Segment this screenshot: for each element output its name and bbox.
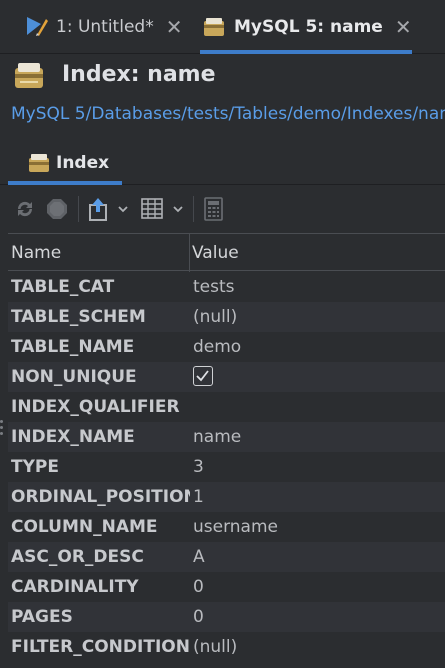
editor-header: Index: name <box>0 54 445 100</box>
export-button[interactable] <box>88 197 128 221</box>
property-name: NON_UNIQUE <box>11 367 137 387</box>
checkbox[interactable] <box>193 366 213 386</box>
property-value[interactable] <box>190 362 445 392</box>
property-name: COLUMN_NAME <box>11 517 158 537</box>
column-header-name[interactable]: Name <box>8 234 190 272</box>
property-name: CARDINALITY <box>11 577 139 597</box>
table-row[interactable]: ORDINAL_POSITION 1 <box>8 482 445 512</box>
property-name: FILTER_CONDITION <box>11 637 190 657</box>
property-name: TYPE <box>11 457 59 477</box>
table-header: Name Value <box>8 233 445 272</box>
table-row[interactable]: TABLE_CAT tests <box>8 272 445 302</box>
property-value[interactable] <box>190 392 445 422</box>
grid-button[interactable] <box>141 197 187 221</box>
property-value[interactable]: A <box>190 542 445 572</box>
table-row[interactable]: NON_UNIQUE <box>8 362 445 392</box>
table-row[interactable]: COLUMN_NAME username <box>8 512 445 542</box>
toolbar-separator <box>78 196 79 222</box>
export-icon <box>89 198 128 221</box>
table-row[interactable]: TABLE_NAME demo <box>8 332 445 362</box>
table-row[interactable]: INDEX_QUALIFIER <box>8 392 445 422</box>
refresh-icon <box>17 201 33 217</box>
tab-mysql-name[interactable]: MySQL 5: name ✕ <box>200 0 412 54</box>
property-name: TABLE_SCHEM <box>11 307 146 327</box>
property-name: PAGES <box>11 607 73 627</box>
property-name: TABLE_NAME <box>11 337 135 357</box>
property-value[interactable]: (null) <box>190 632 445 662</box>
tab-label: 1: Untitled* <box>56 17 154 37</box>
editor-subtabs: Index <box>0 140 445 185</box>
database-index-icon <box>29 153 49 172</box>
property-value[interactable]: 1 <box>190 482 445 512</box>
table-row[interactable]: ASC_OR_DESC A <box>8 542 445 572</box>
breadcrumb[interactable]: MySQL 5/Databases/tests/Tables/demo/Inde… <box>11 104 445 124</box>
stop-icon <box>47 199 67 219</box>
sql-script-icon <box>27 17 48 36</box>
active-tab-indicator <box>8 181 122 185</box>
table-row[interactable]: TABLE_SCHEM (null) <box>8 302 445 332</box>
calculator-button[interactable] <box>204 197 224 221</box>
close-icon[interactable]: ✕ <box>166 15 183 39</box>
property-name: TABLE_CAT <box>11 277 115 297</box>
property-value[interactable]: 0 <box>190 572 445 602</box>
stop-button[interactable] <box>45 197 69 221</box>
editor-tab-strip: 1: Untitled* ✕ MySQL 5: name ✕ <box>0 0 445 54</box>
property-value[interactable]: (null) <box>190 302 445 332</box>
refresh-button[interactable] <box>13 197 37 221</box>
calculator-icon <box>204 197 223 221</box>
resize-handle[interactable] <box>0 420 4 446</box>
tab-index[interactable]: Index <box>8 140 122 185</box>
database-index-icon <box>204 18 224 36</box>
property-name: ASC_OR_DESC <box>11 547 144 567</box>
table-row[interactable]: PAGES 0 <box>8 602 445 632</box>
toolbar-separator <box>193 196 194 222</box>
app-window: 1: Untitled* ✕ MySQL 5: name ✕ Index: na… <box>0 0 445 668</box>
tab-label: MySQL 5: name <box>234 17 383 37</box>
property-value[interactable]: name <box>190 422 445 452</box>
table-row[interactable]: TYPE 3 <box>8 452 445 482</box>
close-icon[interactable]: ✕ <box>395 15 412 39</box>
grid-icon <box>141 198 183 219</box>
property-value[interactable]: 0 <box>190 602 445 632</box>
property-value[interactable]: tests <box>190 272 445 302</box>
property-value[interactable]: 3 <box>190 452 445 482</box>
property-name: INDEX_NAME <box>11 427 135 447</box>
property-name: ORDINAL_POSITION <box>11 487 190 507</box>
property-value[interactable]: demo <box>190 332 445 362</box>
property-name: INDEX_QUALIFIER <box>11 397 180 417</box>
checkmark-icon <box>196 370 209 382</box>
database-index-icon <box>15 63 43 88</box>
properties-table: Name Value TABLE_CAT tests TABLE_SCHEM (nul… <box>8 233 445 668</box>
toolbar <box>0 186 445 232</box>
property-value[interactable]: username <box>190 512 445 542</box>
subtab-label: Index <box>56 152 110 173</box>
tab-untitled[interactable]: 1: Untitled* ✕ <box>24 0 202 54</box>
page-title: Index: name <box>62 62 216 87</box>
table-row[interactable]: INDEX_NAME name <box>8 422 445 452</box>
table-row[interactable]: CARDINALITY 0 <box>8 572 445 602</box>
column-header-value[interactable]: Value <box>190 234 445 272</box>
table-row[interactable]: FILTER_CONDITION (null) <box>8 632 445 662</box>
